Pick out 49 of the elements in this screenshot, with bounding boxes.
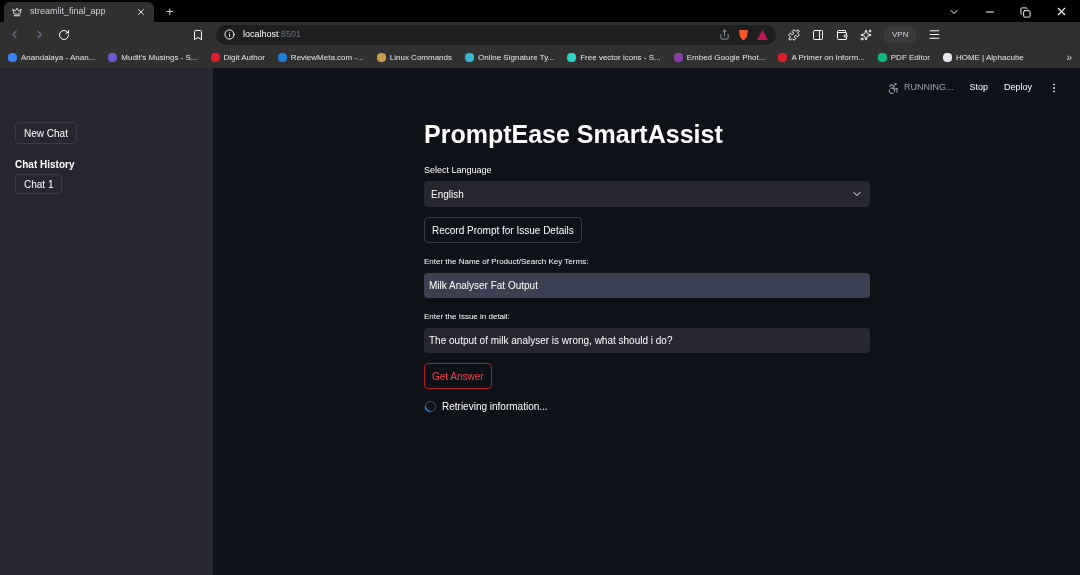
chat-item[interactable]: Chat 1 — [15, 174, 63, 194]
reload-icon[interactable] — [58, 28, 70, 41]
bookmark-item[interactable]: HOME | Alphacube — [942, 51, 1024, 64]
record-button[interactable]: Record Prompt for Issue Details — [424, 217, 582, 243]
triangle-icon[interactable] — [757, 29, 768, 40]
bookmark-item[interactable]: Linux Commands — [376, 51, 452, 64]
bookmark-item[interactable]: PDF Editor — [877, 51, 930, 64]
page-title: PromptEase SmartAssist — [424, 119, 723, 150]
spinner-text: Retrieving information... — [442, 400, 548, 414]
bookmark-item[interactable]: Online Signature Ty... — [465, 51, 555, 64]
more-bookmarks[interactable]: » — [1066, 50, 1072, 65]
bookmark-item[interactable]: Mudit's Musings - S... — [108, 51, 198, 64]
shield-icon[interactable] — [738, 28, 749, 41]
status-text: RUNNING... — [903, 81, 954, 95]
field-label: Enter the Name of Product/Search Key Terms: — [424, 256, 590, 268]
bookmark-item[interactable]: ReviewMeta.com -... — [277, 51, 364, 64]
wallet-icon[interactable] — [836, 28, 848, 41]
text-field[interactable]: The output of milk analyser is wrong, what should i do? — [424, 328, 870, 353]
close-window-icon[interactable] — [1055, 5, 1068, 18]
address-text: localhost:8501 — [243, 27, 303, 41]
deploy-button[interactable]: Deploy — [1004, 81, 1032, 95]
new-tab-button[interactable]: + — [162, 2, 178, 22]
bookmark-item[interactable]: Anandalaya - Anan... — [8, 51, 96, 64]
restore-icon[interactable] — [1020, 7, 1031, 18]
browser-tab[interactable]: streamlit_final_app — [4, 2, 154, 22]
info-icon — [224, 29, 235, 40]
bookmark-item[interactable]: A Primer on Inform... — [778, 51, 865, 64]
menu-icon[interactable] — [928, 28, 942, 41]
language-select[interactable]: English — [424, 181, 870, 207]
spinner-icon — [424, 400, 437, 413]
share-icon[interactable] — [719, 29, 730, 40]
history-heading: Chat History — [15, 158, 75, 172]
text-field[interactable]: Milk Analyser Fat Output — [424, 273, 870, 298]
vpn-button[interactable]: VPN — [884, 26, 917, 43]
new-chat-button[interactable]: New Chat — [15, 122, 77, 144]
bookmark-icon[interactable] — [192, 28, 204, 41]
extensions-icon[interactable] — [788, 28, 800, 41]
close-icon[interactable] — [136, 7, 146, 17]
field-label: Enter the Issue in detail: — [424, 311, 511, 323]
stop-button[interactable]: Stop — [969, 81, 988, 95]
address-bar[interactable]: localhost:8501 — [216, 24, 776, 45]
sparkle-icon[interactable] — [860, 28, 872, 41]
bookmark-item[interactable]: Free vector icons - S... — [567, 51, 661, 64]
bookmark-item[interactable]: Embed Google Phot... — [673, 51, 766, 64]
get-answer-button[interactable]: Get Answer — [424, 363, 492, 389]
sidebar-icon[interactable] — [812, 28, 824, 41]
field-label: Select Language — [424, 163, 492, 177]
tab-title: streamlit_final_app — [30, 5, 107, 19]
bookmark-item[interactable]: Digit Author — [210, 51, 265, 64]
